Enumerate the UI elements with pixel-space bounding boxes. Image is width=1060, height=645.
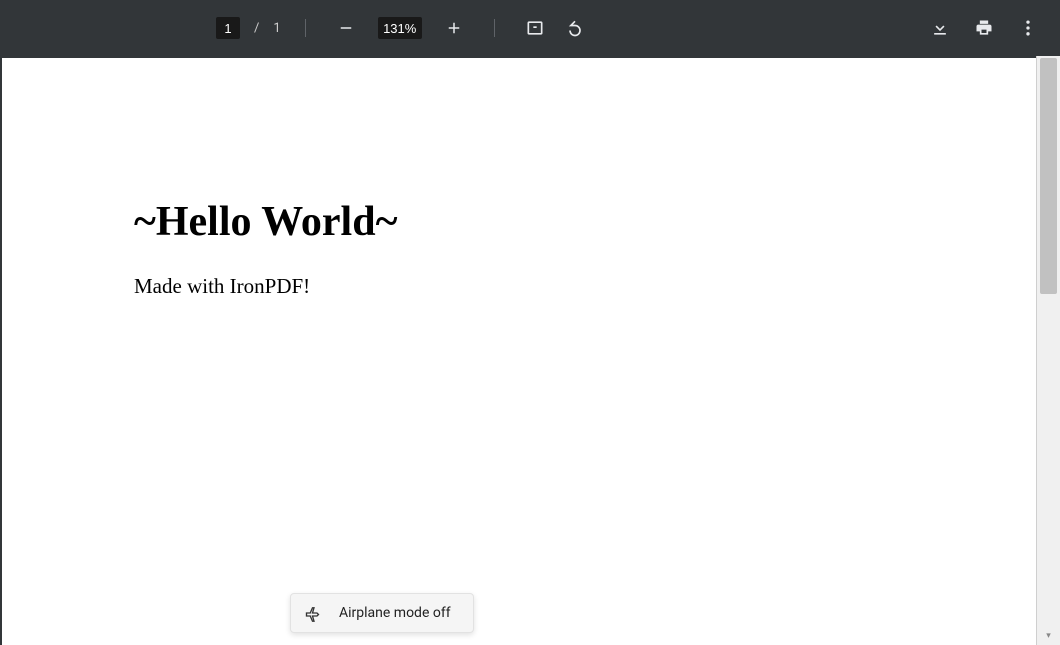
toolbar-paging-zoom-group: / 1 bbox=[216, 12, 591, 44]
zoom-level-input[interactable] bbox=[378, 17, 422, 39]
chevron-down-icon: ▾ bbox=[1046, 631, 1051, 641]
rotate-button[interactable] bbox=[559, 12, 591, 44]
total-pages: 1 bbox=[273, 21, 280, 36]
document-heading: ~Hello World~ bbox=[134, 198, 1036, 246]
scrollbar-thumb[interactable] bbox=[1040, 58, 1057, 294]
minus-icon bbox=[337, 19, 355, 37]
zoom-in-button[interactable] bbox=[438, 12, 470, 44]
plus-icon bbox=[445, 19, 463, 37]
scrollbar-down-button[interactable]: ▾ bbox=[1037, 627, 1060, 645]
download-icon bbox=[930, 18, 950, 38]
current-page-input[interactable] bbox=[216, 17, 240, 39]
zoom-out-button[interactable] bbox=[330, 12, 362, 44]
vertical-scrollbar[interactable]: ▾ bbox=[1036, 56, 1060, 645]
document-body-text: Made with IronPDF! bbox=[134, 274, 1036, 299]
pdf-page-viewer[interactable]: ~Hello World~ Made with IronPDF! bbox=[0, 56, 1036, 645]
page-separator: / bbox=[254, 21, 259, 36]
pdf-toolbar: / 1 bbox=[0, 0, 1060, 56]
system-toast: Airplane mode off bbox=[290, 593, 474, 633]
fit-page-button[interactable] bbox=[519, 12, 551, 44]
toolbar-right-group bbox=[924, 12, 1044, 44]
toolbar-divider bbox=[305, 19, 306, 37]
more-vertical-icon bbox=[1018, 18, 1038, 38]
download-button[interactable] bbox=[924, 12, 956, 44]
toolbar-divider bbox=[494, 19, 495, 37]
print-icon bbox=[974, 18, 994, 38]
print-button[interactable] bbox=[968, 12, 1000, 44]
rotate-icon bbox=[565, 18, 585, 38]
document-page: ~Hello World~ Made with IronPDF! bbox=[2, 58, 1036, 299]
toast-message: Airplane mode off bbox=[339, 605, 451, 621]
fit-page-icon bbox=[525, 18, 545, 38]
airplane-icon bbox=[305, 604, 323, 622]
more-menu-button[interactable] bbox=[1012, 12, 1044, 44]
